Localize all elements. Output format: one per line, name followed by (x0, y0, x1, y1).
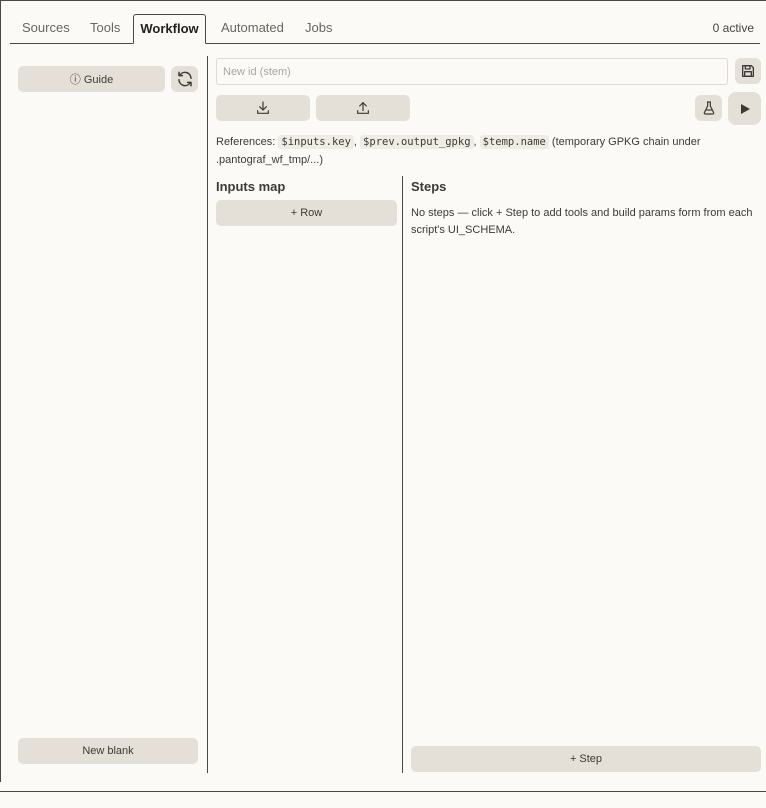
download-icon (255, 100, 271, 116)
play-icon (739, 103, 751, 115)
references-hint: References: $inputs.key, $prev.output_gp… (216, 133, 756, 169)
add-row-button[interactable]: + Row (216, 200, 397, 226)
inputs-map-title: Inputs map (216, 179, 286, 194)
test-run-button[interactable] (695, 95, 722, 121)
export-button[interactable] (316, 95, 410, 121)
save-icon (740, 63, 756, 79)
save-button[interactable] (735, 58, 761, 84)
active-jobs-count: 0 active (712, 21, 754, 35)
flask-icon (701, 100, 717, 116)
steps-empty-message: No steps — click + Step to add tools and… (411, 207, 753, 236)
workflow-id-input[interactable] (216, 58, 728, 85)
ref-inputs-code: $inputs.key (278, 135, 354, 149)
tab-bar: Sources Tools Workflow Automated Jobs 0 … (10, 14, 760, 44)
ref-separator: , (473, 136, 477, 148)
refresh-icon (176, 70, 194, 88)
add-step-button[interactable]: + Step (411, 746, 761, 772)
bottom-divider (0, 791, 766, 792)
guide-button[interactable]: ⓘ Guide (18, 66, 165, 92)
tab-sources[interactable]: Sources (22, 14, 70, 42)
steps-title: Steps (411, 179, 447, 194)
tab-workflow[interactable]: Workflow (133, 14, 206, 44)
new-blank-button[interactable]: New blank (18, 738, 198, 764)
ref-separator: , (353, 136, 357, 148)
ref-temp-code: $temp.name (479, 135, 549, 149)
import-button[interactable] (216, 95, 310, 121)
column-divider (402, 176, 403, 773)
references-label: References: (216, 136, 276, 148)
ref-prev-code: $prev.output_gpkg (360, 135, 474, 149)
tab-tools[interactable]: Tools (90, 14, 120, 42)
tab-jobs[interactable]: Jobs (305, 14, 332, 42)
upload-icon (355, 100, 371, 116)
tab-automated[interactable]: Automated (221, 14, 284, 42)
workflow-list-panel (8, 56, 208, 773)
run-button[interactable] (728, 92, 761, 125)
refresh-button[interactable] (171, 66, 198, 92)
